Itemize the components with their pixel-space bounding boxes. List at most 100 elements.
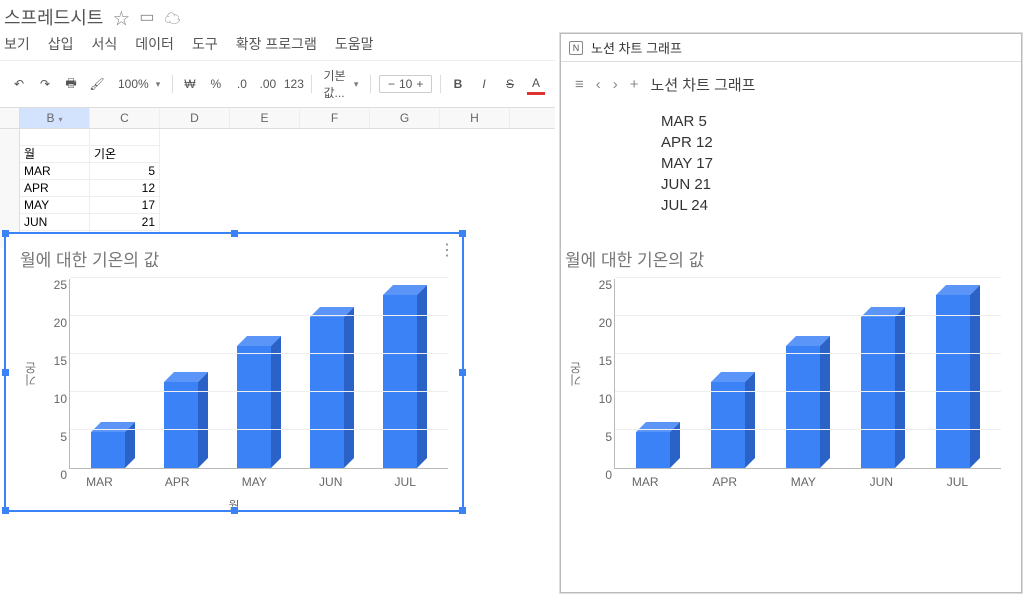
column-headers: B▾ C D E F G H	[0, 108, 555, 129]
chart-xtick: APR	[165, 475, 190, 489]
menu-icon[interactable]: ≡	[575, 76, 584, 93]
grid-cell[interactable]: MAY	[20, 197, 90, 214]
doc-title[interactable]: 스프레드시트	[4, 4, 103, 30]
column-header[interactable]: G	[370, 108, 440, 128]
move-icon[interactable]: ▭	[139, 7, 154, 27]
menu-ext[interactable]: 확장 프로그램	[236, 34, 317, 54]
column-header[interactable]: B▾	[20, 108, 90, 128]
print-button[interactable]: 🖶	[62, 73, 80, 95]
forward-icon[interactable]: ›	[613, 76, 618, 93]
resize-handle[interactable]	[231, 230, 238, 237]
textcolor-button[interactable]: A	[527, 73, 545, 95]
grid-cell[interactable]: 12	[90, 180, 160, 197]
grid-cell[interactable]: 5	[90, 163, 160, 180]
add-icon[interactable]: +	[630, 76, 639, 93]
menu-data[interactable]: 데이터	[135, 34, 174, 54]
row-header[interactable]	[0, 180, 20, 197]
fontsize-stepper[interactable]: − 10 +	[379, 75, 432, 93]
bold-button[interactable]: B	[449, 73, 467, 95]
list-item: MAR 5	[661, 111, 1021, 132]
list-item: APR 12	[661, 132, 1021, 153]
menu-view[interactable]: 보기	[4, 34, 30, 54]
grid-cell[interactable]	[90, 129, 160, 146]
sheets-titlebar: 스프레드시트 ☆ ▭ ☁	[0, 0, 555, 32]
currency-button[interactable]: ₩	[181, 73, 199, 95]
resize-handle[interactable]	[2, 230, 9, 237]
star-icon[interactable]: ☆	[113, 5, 129, 29]
notion-window: N 노션 차트 그래프 ≡ ‹ › + 노션 차트 그래프 MAR 5 APR …	[560, 33, 1022, 593]
numfmt-button[interactable]: 123	[285, 73, 303, 95]
chart-bar	[711, 372, 755, 468]
grid-cell[interactable]: MAR	[20, 163, 90, 180]
grid-cell[interactable]: 월	[20, 146, 90, 163]
chart-bar	[786, 336, 830, 468]
chart-menu-icon[interactable]: ⋮	[439, 240, 454, 260]
back-icon[interactable]: ‹	[596, 76, 601, 93]
resize-handle[interactable]	[459, 507, 466, 514]
chart-ytick: 15	[54, 354, 67, 368]
grid-cell[interactable]: 기온	[90, 146, 160, 163]
column-header[interactable]: D	[160, 108, 230, 128]
list-item: JUN 21	[661, 174, 1021, 195]
sheets-menus: 보기 삽입 서식 데이터 도구 확장 프로그램 도움말	[0, 32, 555, 60]
fontsize-dec-button[interactable]: −	[384, 77, 399, 91]
inc-decimal-button[interactable]: .00	[259, 73, 277, 95]
menu-tools[interactable]: 도구	[192, 34, 218, 54]
select-all-cell[interactable]	[0, 108, 20, 128]
redo-button[interactable]: ↷	[36, 73, 54, 95]
chart-ytick: 5	[60, 430, 67, 444]
chart-xtick: MAR	[86, 475, 113, 489]
column-header[interactable]: C	[90, 108, 160, 128]
font-dropdown[interactable]: 기본값...	[320, 67, 363, 101]
resize-handle[interactable]	[459, 369, 466, 376]
notion-nav: ≡ ‹ › + 노션 차트 그래프	[561, 62, 1021, 101]
resize-handle[interactable]	[2, 507, 9, 514]
fontsize-inc-button[interactable]: +	[412, 77, 427, 91]
breadcrumb[interactable]: 노션 차트 그래프	[651, 74, 756, 95]
row-header[interactable]	[0, 197, 20, 214]
grid-cell[interactable]	[20, 129, 90, 146]
chart-ytick: 25	[54, 278, 67, 292]
column-header[interactable]: F	[300, 108, 370, 128]
embedded-chart[interactable]: ⋮ 월에 대한 기온의 값 기온 0510152025 MARAPRMAYJUN…	[4, 232, 464, 512]
menu-format[interactable]: 서식	[92, 34, 118, 54]
resize-handle[interactable]	[2, 369, 9, 376]
grid-cell[interactable]: 17	[90, 197, 160, 214]
menu-insert[interactable]: 삽입	[48, 34, 74, 54]
chart-bar	[237, 336, 281, 468]
row-header[interactable]	[0, 129, 20, 146]
chart-ytick: 10	[599, 392, 612, 406]
undo-button[interactable]: ↶	[10, 73, 28, 95]
strike-button[interactable]: S	[501, 73, 519, 95]
chart-plot	[614, 279, 1001, 469]
cloud-status-icon[interactable]: ☁	[165, 5, 181, 29]
column-header[interactable]: E	[230, 108, 300, 128]
chart-title: 월에 대한 기온의 값	[20, 246, 448, 271]
paint-format-button[interactable]: 🖌	[88, 73, 106, 95]
resize-handle[interactable]	[459, 230, 466, 237]
chart-xaxis: MARAPRMAYJUNJUL	[565, 469, 1001, 489]
chart-bar	[310, 307, 354, 468]
column-header[interactable]: H	[440, 108, 510, 128]
list-item: MAY 17	[661, 153, 1021, 174]
chart-ytick: 0	[60, 468, 67, 482]
chart-bar	[164, 372, 208, 468]
notion-titlebar: N 노션 차트 그래프	[561, 34, 1021, 62]
menu-help[interactable]: 도움말	[335, 34, 374, 54]
row-header[interactable]	[0, 214, 20, 231]
row-header[interactable]	[0, 163, 20, 180]
chart-ytick: 20	[599, 316, 612, 330]
chart-bar	[383, 285, 427, 468]
grid-cell[interactable]: JUN	[20, 214, 90, 231]
chart-xtick: JUN	[319, 475, 342, 489]
zoom-dropdown[interactable]: 100%	[114, 77, 164, 91]
dec-decimal-button[interactable]: .0	[233, 73, 251, 95]
row-header[interactable]	[0, 146, 20, 163]
list-item: JUL 24	[661, 195, 1021, 216]
percent-button[interactable]: %	[207, 73, 225, 95]
grid[interactable]: 월 기온 MAR 5 APR 12 MAY 17 JUN 21 JUL 24	[0, 129, 555, 248]
grid-cell[interactable]: 21	[90, 214, 160, 231]
resize-handle[interactable]	[231, 507, 238, 514]
italic-button[interactable]: I	[475, 73, 493, 95]
grid-cell[interactable]: APR	[20, 180, 90, 197]
